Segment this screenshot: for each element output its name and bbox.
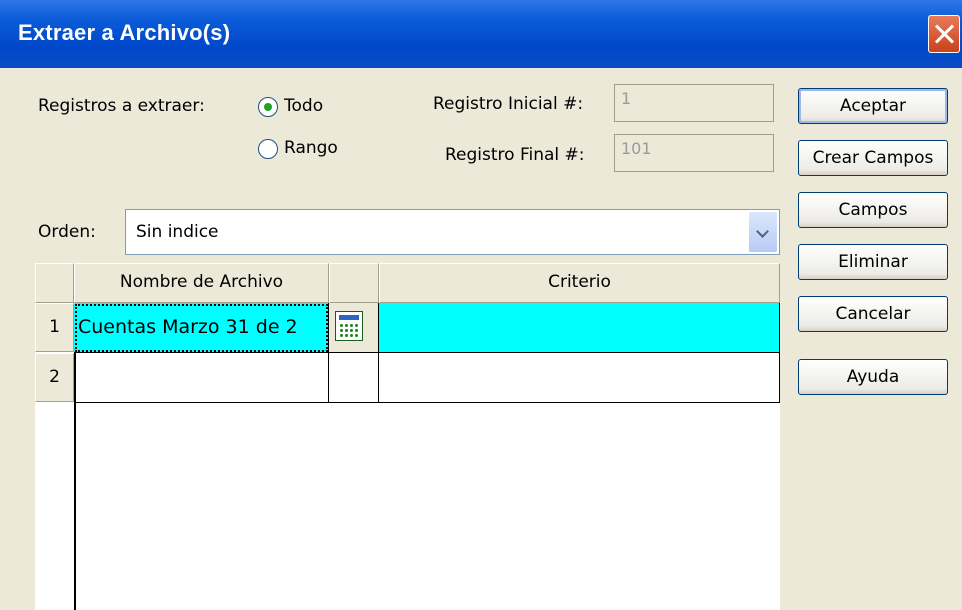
records-label: Registros a extraer: (38, 96, 205, 116)
initial-record-label: Registro Inicial #: (433, 94, 584, 114)
help-button[interactable]: Ayuda (798, 359, 948, 395)
delete-button[interactable]: Eliminar (798, 244, 948, 280)
row1-criteria-cell[interactable] (379, 303, 780, 353)
row2-filename-cell[interactable] (74, 353, 329, 403)
order-select-value: Sin indice (136, 222, 219, 242)
accept-button[interactable]: Aceptar (798, 88, 948, 124)
col-header-criteria[interactable]: Criterio (379, 263, 780, 303)
fields-button[interactable]: Campos (798, 192, 948, 228)
radio-todo-label[interactable]: Todo (284, 96, 323, 116)
cancel-button[interactable]: Cancelar (798, 296, 948, 332)
title-bar[interactable]: Extraer a Archivo(s) (0, 0, 962, 68)
files-grid: Nombre de Archivo Criterio 1 Cuentas Mar… (35, 263, 780, 610)
grid-left-border (74, 402, 76, 610)
order-label: Orden: (38, 222, 96, 242)
row-header-1[interactable]: 1 (35, 303, 74, 352)
row1-calc-button[interactable] (329, 303, 379, 353)
row2-calc-cell[interactable] (329, 353, 379, 403)
grid-corner (35, 263, 74, 303)
close-button[interactable] (928, 15, 960, 53)
extract-dialog: Extraer a Archivo(s) Registros a extraer… (0, 0, 962, 610)
radio-rango[interactable] (258, 139, 278, 159)
create-fields-button[interactable]: Crear Campos (798, 140, 948, 176)
col-header-filename[interactable]: Nombre de Archivo (74, 263, 329, 303)
window-title: Extraer a Archivo(s) (18, 20, 231, 45)
row-header-2[interactable]: 2 (35, 353, 74, 402)
final-record-label: Registro Final #: (445, 145, 585, 165)
row2-criteria-cell[interactable] (379, 353, 780, 403)
col-header-calc (329, 263, 379, 303)
radio-rango-label[interactable]: Rango (284, 138, 338, 158)
calculator-icon (335, 311, 363, 341)
row1-filename-cell[interactable]: Cuentas Marzo 31 de 2 (74, 303, 329, 353)
order-select[interactable]: Sin indice (125, 209, 780, 255)
chevron-down-icon[interactable] (749, 212, 777, 252)
final-record-field[interactable]: 101 (614, 134, 774, 172)
initial-record-field[interactable]: 1 (614, 84, 774, 122)
radio-todo[interactable] (258, 97, 278, 117)
